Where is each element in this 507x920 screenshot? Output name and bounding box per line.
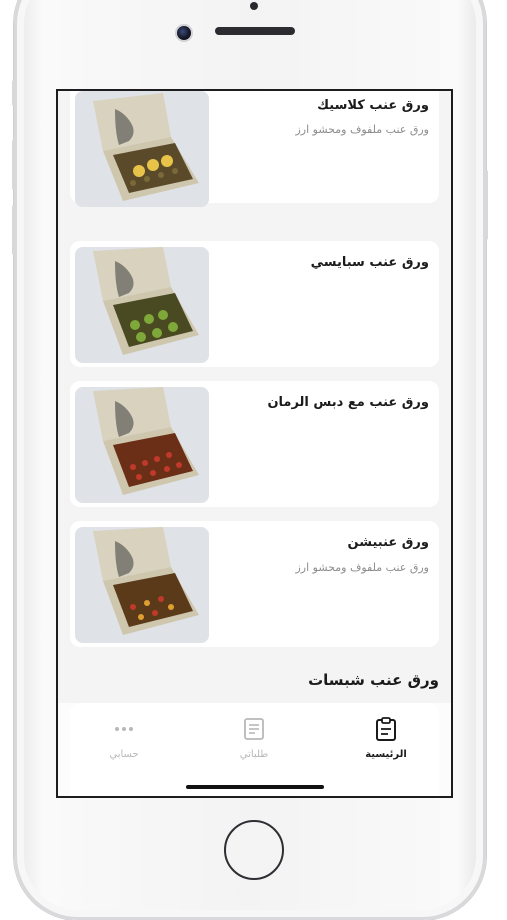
product-image [75,247,209,363]
tab-home-label: الرئيسية [365,749,407,760]
product-subtitle: ورق عنب ملفوف ومحشو ارز [295,561,430,574]
product-image [75,387,209,503]
orders-icon [244,718,264,740]
volume-up-button [12,140,16,190]
volume-down-button [12,205,16,255]
power-button [484,170,488,240]
mute-switch [12,80,16,106]
section-heading: ورق عنب شبسات [308,671,439,689]
clipboard-icon [376,717,396,741]
tab-home[interactable]: الرئيسية [346,717,426,760]
front-camera-icon [175,24,193,42]
tab-account-label: حسابي [109,749,139,760]
product-card[interactable]: ورق عنب مع دبس الرمان [70,381,439,507]
product-image [75,527,209,643]
more-dots-icon [115,727,133,731]
product-image [75,91,209,207]
home-button[interactable] [224,820,284,880]
product-title: ورق عنب سبايسي [310,255,429,270]
product-title: ورق عنبيشن [347,535,429,550]
app-screen: ورق عنب كلاسيك ورق عنب ملفوف ومحشو ارز و… [56,89,453,798]
sensor-dot [250,2,258,10]
tab-orders[interactable]: طلباتي [214,717,294,760]
product-title: ورق عنب مع دبس الرمان [267,395,429,410]
product-card[interactable]: ورق عنبيشن ورق عنب ملفوف ومحشو ارز [70,521,439,647]
home-indicator [186,785,324,789]
tab-account[interactable]: حسابي [84,717,164,760]
product-card[interactable]: ورق عنب سبايسي [70,241,439,367]
product-subtitle: ورق عنب ملفوف ومحشو ارز [295,123,430,136]
product-card[interactable]: ورق عنب كلاسيك ورق عنب ملفوف ومحشو ارز [70,91,439,207]
bottom-tab-bar: الرئيسية طلباتي حسابي [58,703,451,796]
earpiece-speaker [215,27,295,35]
product-title: ورق عنب كلاسيك [317,98,429,113]
tab-orders-label: طلباتي [239,749,269,760]
